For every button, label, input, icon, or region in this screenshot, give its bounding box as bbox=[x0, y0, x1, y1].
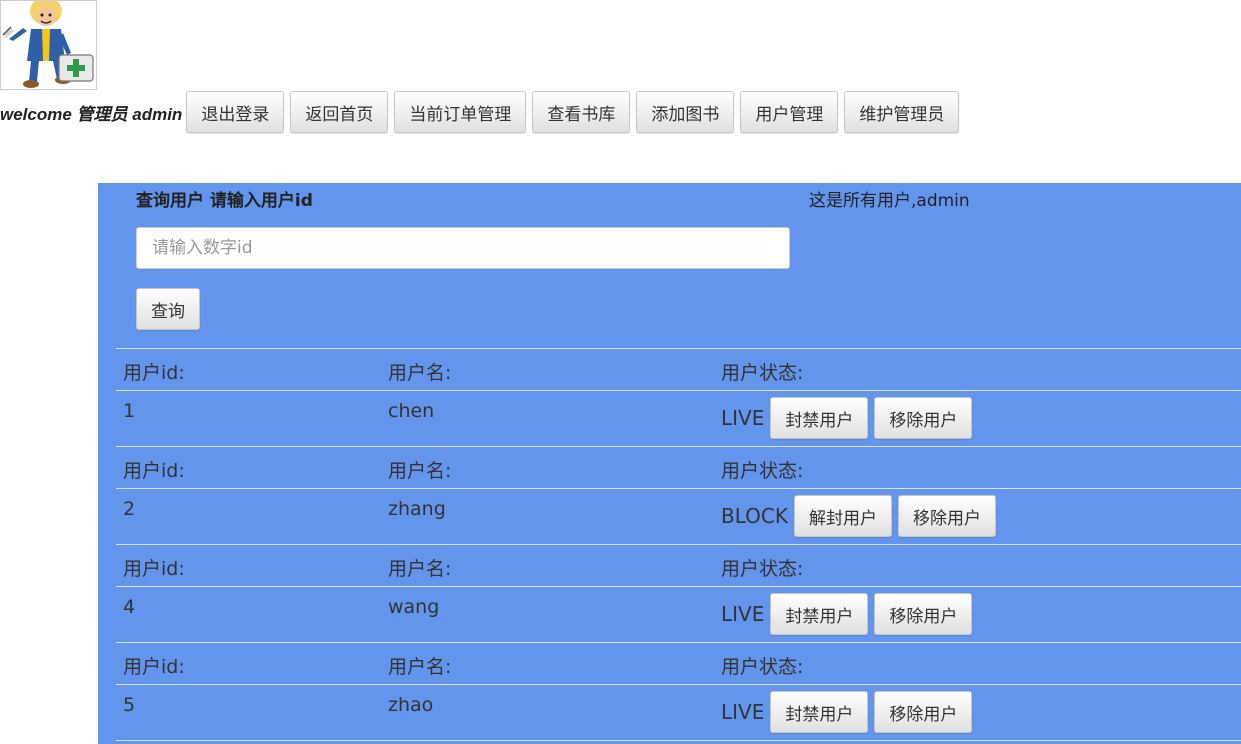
remove-user-button[interactable]: 移除用户 bbox=[874, 593, 973, 635]
header-name: 用户名: bbox=[388, 656, 452, 678]
status-badge: BLOCK bbox=[721, 504, 788, 528]
query-button[interactable]: 查询 bbox=[136, 288, 200, 330]
logout-button[interactable]: 退出登录 bbox=[186, 91, 285, 133]
library-button[interactable]: 查看书库 bbox=[532, 91, 631, 133]
table-bottom-border bbox=[116, 740, 1241, 741]
table-row: 5 zhao LIVE 封禁用户 移除用户 bbox=[116, 684, 1241, 740]
status-cell: LIVE 封禁用户 移除用户 bbox=[721, 593, 978, 635]
list-title: 这是所有用户,admin bbox=[809, 191, 970, 211]
header-status: 用户状态: bbox=[721, 460, 804, 482]
status-badge: LIVE bbox=[721, 602, 765, 626]
user-id: 4 bbox=[123, 596, 136, 618]
user-id: 1 bbox=[123, 400, 136, 422]
user-id: 2 bbox=[123, 498, 136, 520]
home-button[interactable]: 返回首页 bbox=[290, 91, 389, 133]
orders-button[interactable]: 当前订单管理 bbox=[394, 91, 527, 133]
table-row: 1 chen LIVE 封禁用户 移除用户 bbox=[116, 390, 1241, 446]
search-input[interactable] bbox=[136, 227, 790, 269]
user-name: chen bbox=[388, 400, 435, 422]
status-cell: LIVE 封禁用户 移除用户 bbox=[721, 397, 978, 439]
block-user-button[interactable]: 封禁用户 bbox=[770, 593, 869, 635]
add-book-button[interactable]: 添加图书 bbox=[636, 91, 735, 133]
vault-boy-icon bbox=[2, 1, 94, 88]
user-management-button[interactable]: 用户管理 bbox=[740, 91, 839, 133]
status-badge: LIVE bbox=[721, 406, 765, 430]
top-nav: welcome 管理员 admin 退出登录 返回首页 当前订单管理 查看书库 … bbox=[0, 91, 965, 133]
user-name: zhang bbox=[388, 498, 446, 520]
table-header-row: 用户id: 用户名: 用户状态: bbox=[116, 446, 1241, 488]
table-header-row: 用户id: 用户名: 用户状态: bbox=[116, 544, 1241, 586]
remove-user-button[interactable]: 移除用户 bbox=[874, 691, 973, 733]
user-name: wang bbox=[388, 596, 440, 618]
header-status: 用户状态: bbox=[721, 656, 804, 678]
admin-maintenance-button[interactable]: 维护管理员 bbox=[844, 91, 960, 133]
unblock-user-button[interactable]: 解封用户 bbox=[793, 495, 892, 537]
header-name: 用户名: bbox=[388, 460, 452, 482]
block-user-button[interactable]: 封禁用户 bbox=[770, 691, 869, 733]
remove-user-button[interactable]: 移除用户 bbox=[897, 495, 996, 537]
search-title: 查询用户 请输入用户id bbox=[136, 191, 313, 211]
remove-user-button[interactable]: 移除用户 bbox=[874, 397, 973, 439]
block-user-button[interactable]: 封禁用户 bbox=[770, 397, 869, 439]
welcome-text: welcome 管理员 admin bbox=[0, 104, 183, 124]
user-id: 5 bbox=[123, 694, 136, 716]
status-badge: LIVE bbox=[721, 700, 765, 724]
header-id: 用户id: bbox=[123, 656, 185, 678]
user-name: zhao bbox=[388, 694, 434, 716]
header-id: 用户id: bbox=[123, 460, 185, 482]
table-header-row: 用户id: 用户名: 用户状态: bbox=[116, 348, 1241, 390]
table-row: 4 wang LIVE 封禁用户 移除用户 bbox=[116, 586, 1241, 642]
header-name: 用户名: bbox=[388, 362, 452, 384]
header-status: 用户状态: bbox=[721, 558, 804, 580]
status-cell: LIVE 封禁用户 移除用户 bbox=[721, 691, 978, 733]
user-table: 用户id: 用户名: 用户状态: 1 chen LIVE 封禁用户 移除用户 用… bbox=[116, 348, 1241, 741]
table-header-row: 用户id: 用户名: 用户状态: bbox=[116, 642, 1241, 684]
table-row: 2 zhang BLOCK 解封用户 移除用户 bbox=[116, 488, 1241, 544]
header-id: 用户id: bbox=[123, 558, 185, 580]
header-name: 用户名: bbox=[388, 558, 452, 580]
status-cell: BLOCK 解封用户 移除用户 bbox=[721, 495, 1002, 537]
header-id: 用户id: bbox=[123, 362, 185, 384]
user-panel: 查询用户 请输入用户id 这是所有用户,admin 查询 用户id: 用户名: … bbox=[98, 183, 1241, 744]
avatar bbox=[0, 0, 97, 90]
header-status: 用户状态: bbox=[721, 362, 804, 384]
